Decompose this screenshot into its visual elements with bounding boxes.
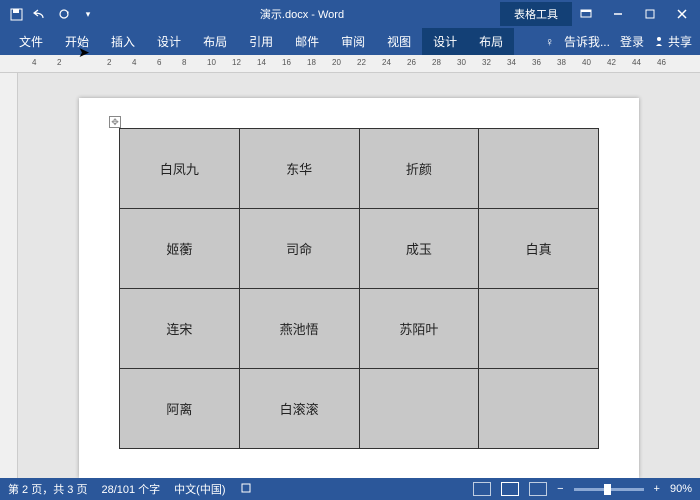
ruler-tick: 42 — [607, 58, 616, 67]
document-title: 演示.docx - Word — [104, 6, 500, 22]
web-layout-icon[interactable] — [529, 482, 547, 496]
ruler-tick: 36 — [532, 58, 541, 67]
table-cell[interactable]: 连宋 — [120, 289, 240, 369]
print-layout-icon[interactable] — [501, 482, 519, 496]
table-cell[interactable]: 阿离 — [120, 369, 240, 449]
maximize-icon[interactable] — [636, 4, 664, 24]
vertical-ruler[interactable] — [0, 73, 18, 478]
tab-review[interactable]: 审阅 — [330, 28, 376, 55]
login-link[interactable]: 登录 — [620, 33, 644, 50]
language-indicator[interactable]: 中文(中国) — [174, 481, 225, 497]
ruler-tick: 18 — [307, 58, 316, 67]
zoom-slider[interactable] — [574, 488, 644, 491]
ruler-tick: 30 — [457, 58, 466, 67]
horizontal-ruler[interactable]: 4224681012141618202224262830323436384042… — [0, 55, 700, 73]
undo-icon[interactable] — [32, 6, 48, 22]
tab-references[interactable]: 引用 — [238, 28, 284, 55]
table-cell[interactable]: 白滚滚 — [239, 369, 359, 449]
ruler-tick: 2 — [107, 58, 111, 67]
page-indicator[interactable]: 第 2 页，共 3 页 — [8, 481, 87, 497]
ruler-tick: 20 — [332, 58, 341, 67]
word-count[interactable]: 28/101 个字 — [101, 481, 160, 497]
table-move-handle-icon[interactable]: ✥ — [109, 116, 121, 128]
table-cell[interactable]: 司命 — [239, 209, 359, 289]
table-row: 白凤九 东华 折颜 — [120, 129, 599, 209]
table-cell[interactable]: 姬蘅 — [120, 209, 240, 289]
ruler-tick: 8 — [182, 58, 186, 67]
qat-customize-icon[interactable]: ▾ — [80, 6, 96, 22]
tell-me-icon[interactable]: ♀ — [545, 35, 554, 49]
data-table[interactable]: 白凤九 东华 折颜 姬蘅 司命 成玉 白真 连宋 燕池悟 苏陌叶 — [119, 128, 599, 449]
tab-design[interactable]: 设计 — [146, 28, 192, 55]
tab-table-design[interactable]: 设计 — [422, 28, 468, 55]
ruler-tick: 16 — [282, 58, 291, 67]
contextual-tab-label: 表格工具 — [500, 2, 572, 26]
table-cell[interactable]: 成玉 — [359, 209, 479, 289]
workspace: ✥ 白凤九 东华 折颜 姬蘅 司命 成玉 白真 连宋 燕池悟 苏陌叶 — [0, 73, 700, 478]
share-button[interactable]: 共享 — [654, 33, 692, 50]
close-icon[interactable] — [668, 4, 696, 24]
zoom-out-icon[interactable]: − — [557, 483, 563, 495]
window-controls — [572, 4, 700, 24]
ruler-tick: 4 — [32, 58, 36, 67]
table-row: 连宋 燕池悟 苏陌叶 — [120, 289, 599, 369]
quick-access-toolbar: ▾ — [0, 6, 104, 22]
ruler-tick: 12 — [232, 58, 241, 67]
ruler-tick: 32 — [482, 58, 491, 67]
table-cell[interactable]: 燕池悟 — [239, 289, 359, 369]
table-cell[interactable] — [479, 369, 599, 449]
tab-home[interactable]: 开始 — [54, 28, 100, 55]
table-row: 阿离 白滚滚 — [120, 369, 599, 449]
ruler-tick: 46 — [657, 58, 666, 67]
table-cell[interactable]: 白凤九 — [120, 129, 240, 209]
ruler-tick: 38 — [557, 58, 566, 67]
status-bar: 第 2 页，共 3 页 28/101 个字 中文(中国) − + 90% — [0, 478, 700, 500]
table-cell[interactable] — [479, 289, 599, 369]
tab-insert[interactable]: 插入 — [100, 28, 146, 55]
document-area[interactable]: ✥ 白凤九 东华 折颜 姬蘅 司命 成玉 白真 连宋 燕池悟 苏陌叶 — [18, 73, 700, 478]
save-icon[interactable] — [8, 6, 24, 22]
table-cell[interactable]: 东华 — [239, 129, 359, 209]
zoom-in-icon[interactable]: + — [654, 483, 660, 495]
table-cell[interactable] — [359, 369, 479, 449]
ruler-tick: 24 — [382, 58, 391, 67]
tab-mailings[interactable]: 邮件 — [284, 28, 330, 55]
table-cell[interactable]: 白真 — [479, 209, 599, 289]
ruler-tick: 2 — [57, 58, 61, 67]
table-cell[interactable] — [479, 129, 599, 209]
tab-table-layout[interactable]: 布局 — [468, 28, 514, 55]
ruler-tick: 4 — [132, 58, 136, 67]
ruler-tick: 26 — [407, 58, 416, 67]
ribbon-tabs: 文件 开始 插入 设计 布局 引用 邮件 审阅 视图 设计 布局 ♀ 告诉我..… — [0, 28, 700, 55]
tab-file[interactable]: 文件 — [8, 28, 54, 55]
ruler-tick: 34 — [507, 58, 516, 67]
tell-me-text[interactable]: 告诉我... — [564, 33, 610, 50]
ruler-tick: 14 — [257, 58, 266, 67]
table-row: 姬蘅 司命 成玉 白真 — [120, 209, 599, 289]
zoom-level[interactable]: 90% — [670, 483, 692, 495]
redo-icon[interactable] — [56, 6, 72, 22]
table-cell[interactable]: 折颜 — [359, 129, 479, 209]
title-bar: ▾ 演示.docx - Word 表格工具 — [0, 0, 700, 28]
table-cell[interactable]: 苏陌叶 — [359, 289, 479, 369]
macro-record-icon[interactable] — [240, 482, 252, 497]
ruler-tick: 6 — [157, 58, 161, 67]
ruler-tick: 44 — [632, 58, 641, 67]
minimize-icon[interactable] — [604, 4, 632, 24]
ruler-tick: 10 — [207, 58, 216, 67]
read-mode-icon[interactable] — [473, 482, 491, 496]
page: ✥ 白凤九 东华 折颜 姬蘅 司命 成玉 白真 连宋 燕池悟 苏陌叶 — [79, 98, 639, 478]
ribbon-options-icon[interactable] — [572, 4, 600, 24]
ruler-tick: 40 — [582, 58, 591, 67]
tab-view[interactable]: 视图 — [376, 28, 422, 55]
ruler-tick: 22 — [357, 58, 366, 67]
ruler-tick: 28 — [432, 58, 441, 67]
tab-layout[interactable]: 布局 — [192, 28, 238, 55]
